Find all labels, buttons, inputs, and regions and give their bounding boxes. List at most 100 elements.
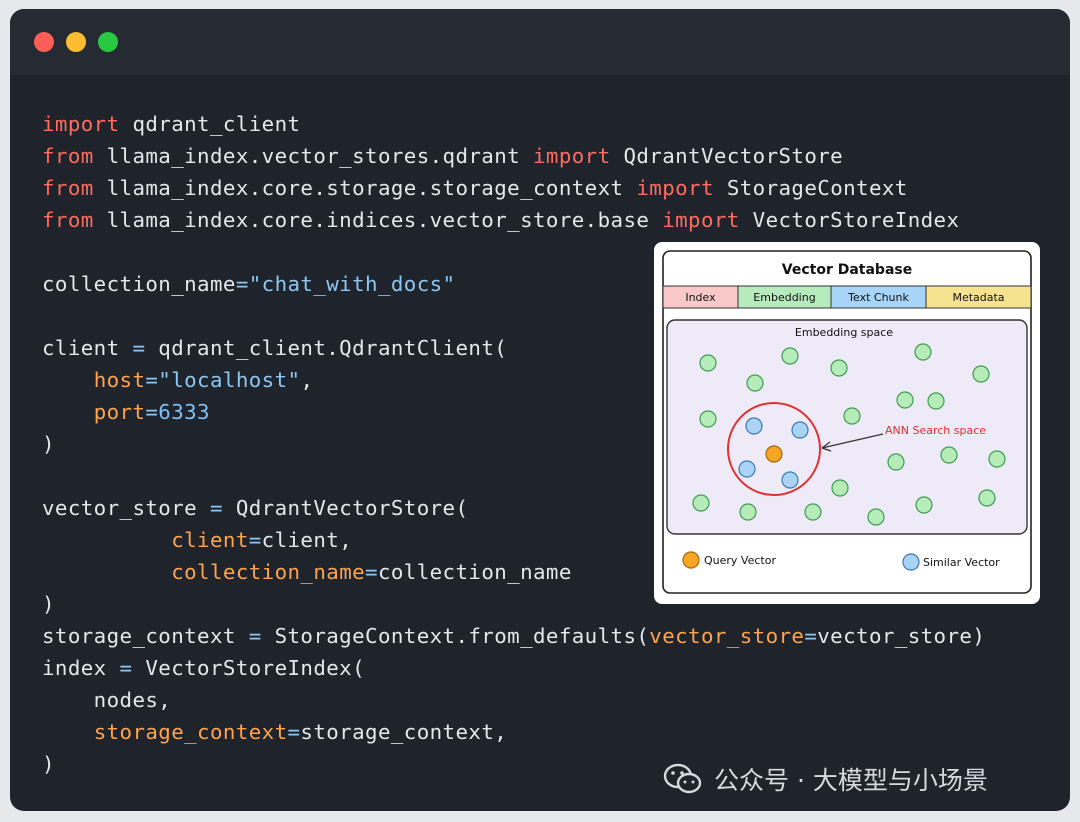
embedding-point <box>804 503 822 521</box>
similar-vector-point <box>781 471 799 489</box>
code-token: collection_name <box>42 272 236 296</box>
code-token: QdrantVectorStore <box>610 144 844 168</box>
code-token: StorageContext <box>713 176 908 200</box>
code-token: = <box>145 368 159 392</box>
code-line: import qdrant_client <box>42 108 985 140</box>
code-token: = <box>804 624 818 648</box>
code-token: 6333 <box>158 400 210 424</box>
code-token: QdrantVectorStore( <box>222 496 469 520</box>
code-line: from llama_index.vector_stores.qdrant im… <box>42 140 985 172</box>
title-bar <box>10 9 1070 75</box>
code-line: storage_context=storage_context, <box>42 716 985 748</box>
diagram-svg: Vector Database Index Embedding Text Chunk… <box>662 250 1032 594</box>
close-dot[interactable] <box>34 32 54 52</box>
maximize-dot[interactable] <box>98 32 118 52</box>
code-token: import <box>636 176 714 200</box>
code-token: host <box>93 368 146 392</box>
code-token: import <box>662 208 740 232</box>
code-token: storage_context, <box>300 720 508 744</box>
code-token: llama_index.core.indices.vector_store.ba… <box>93 208 663 232</box>
code-token: VectorStoreIndex <box>739 208 960 232</box>
code-token: from <box>42 176 94 200</box>
code-line: index = VectorStoreIndex( <box>42 652 985 684</box>
code-token: = <box>145 400 159 424</box>
embedding-point <box>831 479 849 497</box>
embedding-point <box>896 391 914 409</box>
code-token: = <box>287 720 301 744</box>
query-vector-legend-dot <box>682 551 700 569</box>
code-line: from llama_index.core.indices.vector_sto… <box>42 204 985 236</box>
embedding-point <box>843 407 861 425</box>
embedding-point <box>915 496 933 514</box>
header-label: Embedding <box>753 291 815 304</box>
code-token: from <box>42 208 94 232</box>
embedding-point <box>699 354 717 372</box>
embedding-point <box>978 489 996 507</box>
code-token: = <box>248 624 262 648</box>
code-token: nodes, <box>42 688 172 712</box>
code-token: llama_index.vector_stores.qdrant <box>93 144 533 168</box>
table-header: Index Embedding Text Chunk Metadata <box>662 285 1032 309</box>
code-token: = <box>365 560 378 584</box>
embedding-point <box>940 446 958 464</box>
code-token: ) <box>42 432 55 456</box>
code-token: collection_name <box>171 560 366 584</box>
wechat-icon <box>663 763 702 794</box>
query-vector-legend-label: Query Vector <box>704 554 776 567</box>
code-window: import qdrant_client from llama_index.vec… <box>10 9 1070 811</box>
watermark: 公众号 · 大模型与小场景 <box>662 759 988 799</box>
code-token: port <box>93 400 146 424</box>
diagram-title: Vector Database <box>782 262 912 278</box>
code-token: index <box>42 656 120 680</box>
code-token: import <box>42 112 120 136</box>
code-token: client, <box>261 528 353 552</box>
embedding-point <box>692 494 710 512</box>
code-token: StorageContext.from_defaults( <box>261 624 650 648</box>
header-label: Metadata <box>952 291 1004 304</box>
query-vector-point <box>765 445 783 463</box>
code-token: "localhost" <box>158 368 301 392</box>
similar-vector-legend-dot <box>902 553 920 571</box>
code-token: = <box>248 528 262 552</box>
embedding-point <box>830 359 848 377</box>
code-token: storage_context <box>93 720 288 744</box>
code-line: storage_context = StorageContext.from_de… <box>42 620 985 652</box>
code-token: VectorStoreIndex( <box>132 656 366 680</box>
similar-vector-point <box>738 460 756 478</box>
embedding-point <box>988 450 1006 468</box>
code-token: qdrant_client.QdrantClient( <box>145 336 508 360</box>
code-token: vector_store <box>42 496 210 520</box>
embedding-point <box>739 503 757 521</box>
code-token: qdrant_client <box>119 112 301 136</box>
header-label: Index <box>685 291 716 304</box>
code-token: vector_store <box>649 624 805 648</box>
code-token: , <box>300 368 314 392</box>
similar-vector-point <box>745 417 763 435</box>
embedding-point <box>927 392 945 410</box>
code-token: = <box>132 336 146 360</box>
code-token: client <box>171 528 249 552</box>
minimize-dot[interactable] <box>66 32 86 52</box>
vector-database-diagram: Vector Database Index Embedding Text Chunk… <box>654 242 1040 604</box>
code-token: llama_index.core.storage.storage_context <box>93 176 637 200</box>
header-label: Text Chunk <box>847 291 909 304</box>
similar-vector-point <box>791 421 809 439</box>
code-token: = <box>209 496 223 520</box>
embedding-point <box>867 508 885 526</box>
embedding-point <box>699 410 717 428</box>
code-token: client <box>42 336 133 360</box>
code-token: "chat_with_docs" <box>248 272 456 296</box>
embedding-point <box>781 347 799 365</box>
embedding-point <box>972 365 990 383</box>
code-token: = <box>119 656 133 680</box>
code-token: ) <box>42 752 55 776</box>
code-token: from <box>42 144 94 168</box>
code-token: import <box>533 144 611 168</box>
watermark-text: 公众号 · 大模型与小场景 <box>714 766 988 795</box>
code-token: collection_name <box>377 560 572 584</box>
